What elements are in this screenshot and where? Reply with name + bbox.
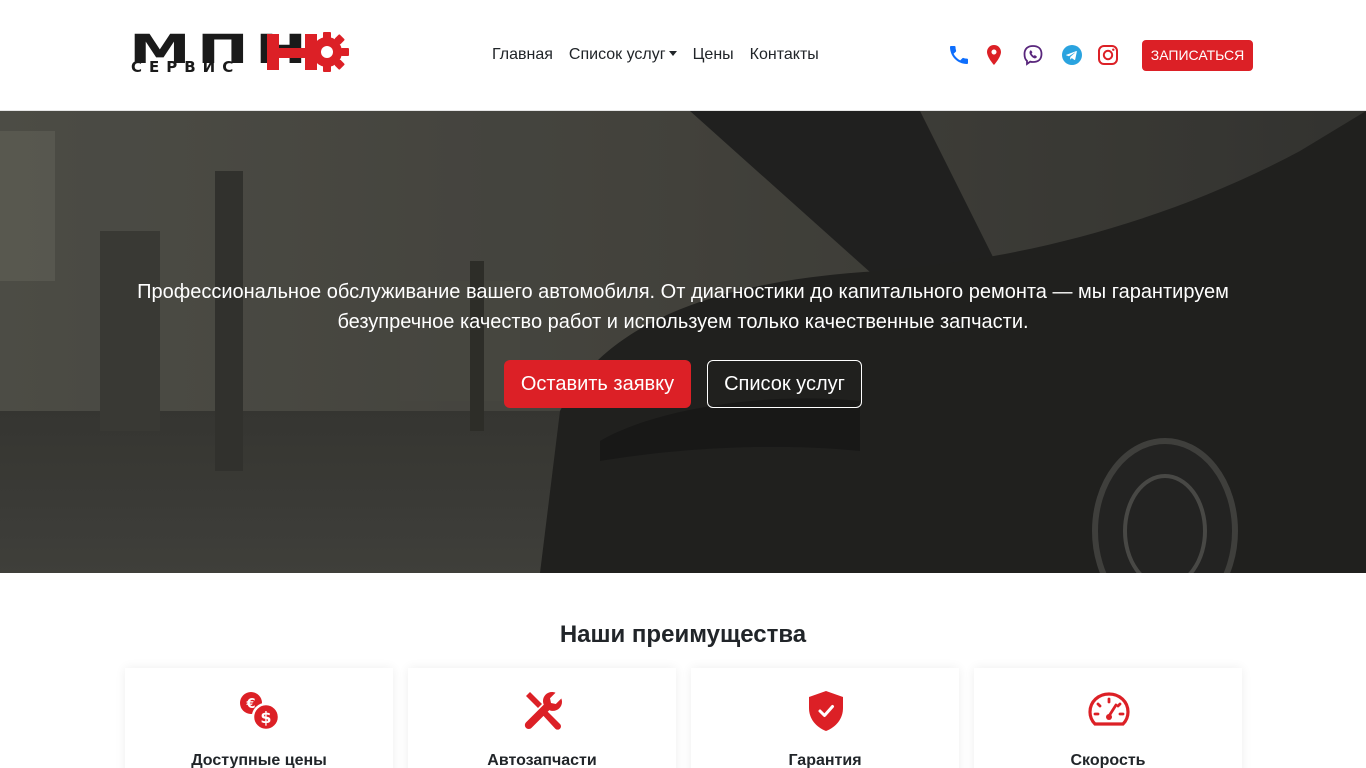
main-nav: Главная Список услуг Цены Контакты	[484, 44, 827, 66]
nav-item-contacts[interactable]: Контакты	[742, 44, 827, 66]
advantage-card-warranty: Гарантия	[691, 668, 959, 768]
nav-item-services-label: Список услуг	[568, 46, 666, 63]
telegram-icon[interactable]	[1060, 43, 1084, 67]
advantage-title: Гарантия	[788, 752, 862, 768]
instagram-icon[interactable]	[1096, 43, 1120, 67]
phone-icon[interactable]	[947, 43, 971, 67]
advantages-title: Наши преимущества	[559, 621, 807, 648]
advantage-title: Скорость	[1070, 752, 1146, 768]
submit-request-button[interactable]: Оставить заявку	[504, 360, 691, 408]
nav-item-home[interactable]: Главная	[484, 44, 561, 66]
svg-text:€: €	[245, 697, 255, 712]
nav-item-services[interactable]: Список услуг	[561, 44, 685, 66]
svg-text:$: $	[260, 708, 271, 727]
viber-icon[interactable]	[1021, 43, 1045, 67]
logo-text-bottom: СЕРВИС	[131, 58, 241, 76]
tools-icon	[524, 692, 562, 730]
advantage-card-speed: Скорость	[974, 668, 1242, 768]
shield-check-icon	[809, 691, 843, 731]
hero-description: Профессиональное обслуживание вашего авт…	[137, 281, 1229, 333]
site-header: МПН СЕРВИС Главная Список услуг Цены Кон…	[0, 0, 1366, 111]
currency-coins-icon: € $	[240, 692, 281, 732]
hero-background-image	[0, 111, 1366, 573]
nav-item-prices[interactable]: Цены	[685, 44, 742, 66]
advantage-card-parts: Автозапчасти	[408, 668, 676, 768]
advantage-card-prices: € $ Доступные цены	[125, 668, 393, 768]
logo[interactable]: МПН СЕРВИС	[129, 30, 361, 78]
signup-button[interactable]: ЗАПИСАТЬСЯ	[1142, 40, 1253, 71]
advantage-title: Доступные цены	[191, 752, 327, 768]
map-pin-icon[interactable]	[982, 43, 1006, 67]
chevron-down-icon	[668, 51, 677, 57]
gear-icon	[267, 32, 349, 72]
hero-section: Профессиональное обслуживание вашего авт…	[0, 111, 1366, 573]
advantage-title: Автозапчасти	[487, 752, 597, 768]
speedometer-icon	[1088, 692, 1130, 726]
services-list-button[interactable]: Список услуг	[707, 360, 862, 408]
